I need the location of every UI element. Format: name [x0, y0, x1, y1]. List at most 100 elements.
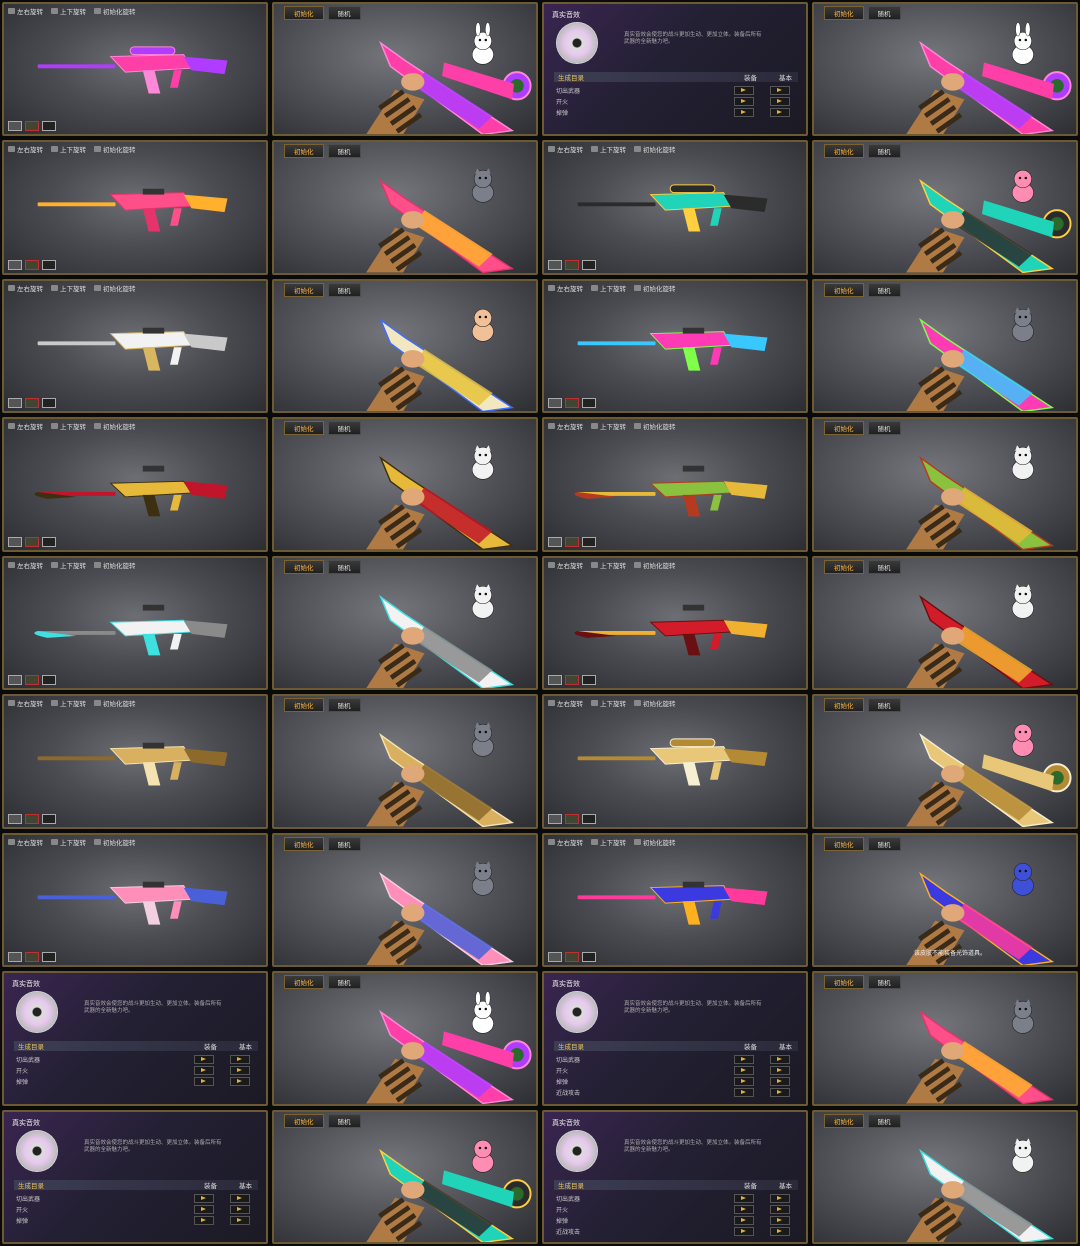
- rotate-ud-button[interactable]: 上下旋转: [51, 283, 86, 293]
- play-equip-button[interactable]: [734, 1077, 754, 1087]
- reset-rotation-button[interactable]: 初始化旋转: [634, 144, 676, 154]
- play-base-button[interactable]: [230, 1077, 250, 1087]
- bg-swatch-dark[interactable]: [42, 813, 56, 824]
- rotate-lr-button[interactable]: 左右旋转: [8, 6, 43, 16]
- random-button[interactable]: 随机: [867, 1113, 901, 1128]
- rotate-ud-button[interactable]: 上下旋转: [51, 144, 86, 154]
- play-equip-button[interactable]: [734, 108, 754, 117]
- play-equip-button[interactable]: [734, 1193, 754, 1203]
- bg-swatch-dark[interactable]: [582, 813, 596, 824]
- bg-swatch-dark[interactable]: [42, 121, 56, 132]
- play-equip-button[interactable]: [734, 1215, 754, 1225]
- weapon-model[interactable]: [4, 558, 266, 688]
- play-base-button[interactable]: [770, 86, 790, 95]
- weapon-model[interactable]: [814, 419, 1076, 550]
- bg-swatch-selected[interactable]: [565, 259, 579, 270]
- bg-swatch-selected[interactable]: [565, 675, 579, 686]
- bg-swatch-dark[interactable]: [582, 952, 596, 963]
- init-button[interactable]: 初始化: [824, 421, 864, 436]
- play-equip-button[interactable]: [734, 1204, 754, 1214]
- bg-swatch-gray[interactable]: [548, 536, 562, 547]
- random-button[interactable]: 随机: [867, 6, 901, 20]
- play-equip-button[interactable]: [194, 1055, 214, 1065]
- bg-swatch-gray[interactable]: [8, 398, 22, 409]
- weapon-model[interactable]: [4, 142, 266, 272]
- bg-swatch-gray[interactable]: [8, 121, 22, 132]
- bg-swatch-gray[interactable]: [8, 813, 22, 824]
- bg-swatch-gray[interactable]: [548, 259, 562, 270]
- rotate-lr-button[interactable]: 左右旋转: [548, 560, 583, 570]
- init-button[interactable]: 初始化: [824, 144, 864, 159]
- rotate-lr-button[interactable]: 左右旋转: [548, 837, 583, 847]
- init-button[interactable]: 初始化: [284, 1113, 324, 1128]
- bg-swatch-gray[interactable]: [548, 952, 562, 963]
- reset-rotation-button[interactable]: 初始化旋转: [94, 837, 136, 847]
- play-base-button[interactable]: [770, 1077, 790, 1087]
- bg-swatch-selected[interactable]: [25, 813, 39, 824]
- bg-swatch-selected[interactable]: [25, 121, 39, 132]
- weapon-model[interactable]: [544, 281, 806, 411]
- random-button[interactable]: 随机: [867, 282, 901, 297]
- weapon-model[interactable]: [274, 281, 536, 412]
- rotate-lr-button[interactable]: 左右旋转: [548, 144, 583, 154]
- rotate-ud-button[interactable]: 上下旋转: [51, 837, 86, 847]
- reset-rotation-button[interactable]: 初始化旋转: [634, 421, 676, 431]
- bg-swatch-dark[interactable]: [582, 536, 596, 547]
- bg-swatch-gray[interactable]: [8, 952, 22, 963]
- weapon-model[interactable]: [274, 558, 536, 689]
- weapon-model[interactable]: [4, 696, 266, 826]
- weapon-model[interactable]: [544, 558, 806, 688]
- weapon-model[interactable]: [814, 1112, 1076, 1242]
- play-base-button[interactable]: [770, 1193, 790, 1203]
- weapon-model[interactable]: [274, 1112, 536, 1242]
- rotate-lr-button[interactable]: 左右旋转: [8, 421, 43, 431]
- weapon-model[interactable]: [4, 835, 266, 965]
- play-base-button[interactable]: [770, 1088, 790, 1098]
- reset-rotation-button[interactable]: 初始化旋转: [634, 560, 676, 570]
- bg-swatch-gray[interactable]: [8, 675, 22, 686]
- bg-swatch-selected[interactable]: [25, 259, 39, 270]
- bg-swatch-gray[interactable]: [8, 536, 22, 547]
- bg-swatch-dark[interactable]: [42, 259, 56, 270]
- random-button[interactable]: 随机: [327, 421, 361, 436]
- init-button[interactable]: 初始化: [824, 975, 864, 990]
- weapon-model[interactable]: [814, 973, 1076, 1104]
- bg-swatch-gray[interactable]: [548, 398, 562, 409]
- bg-swatch-selected[interactable]: [25, 398, 39, 409]
- random-button[interactable]: 随机: [327, 698, 361, 713]
- random-button[interactable]: 随机: [327, 6, 361, 20]
- rotate-lr-button[interactable]: 左右旋转: [8, 560, 43, 570]
- weapon-model[interactable]: [814, 696, 1076, 827]
- init-button[interactable]: 初始化: [284, 421, 324, 436]
- random-button[interactable]: 随机: [327, 836, 361, 851]
- play-base-button[interactable]: [230, 1215, 250, 1225]
- rotate-ud-button[interactable]: 上下旋转: [51, 698, 86, 708]
- rotate-lr-button[interactable]: 左右旋转: [8, 698, 43, 708]
- play-base-button[interactable]: [230, 1193, 250, 1203]
- weapon-model[interactable]: [4, 281, 266, 411]
- play-equip-button[interactable]: [734, 1226, 754, 1236]
- reset-rotation-button[interactable]: 初始化旋转: [634, 283, 676, 293]
- rotate-ud-button[interactable]: 上下旋转: [51, 6, 86, 16]
- rotate-ud-button[interactable]: 上下旋转: [591, 698, 626, 708]
- bg-swatch-dark[interactable]: [582, 675, 596, 686]
- play-base-button[interactable]: [770, 1055, 790, 1065]
- weapon-model[interactable]: [544, 835, 806, 965]
- weapon-model[interactable]: [814, 835, 1076, 966]
- play-base-button[interactable]: [770, 108, 790, 117]
- init-button[interactable]: 初始化: [284, 836, 324, 851]
- weapon-model[interactable]: [814, 558, 1076, 689]
- play-base-button[interactable]: [770, 1204, 790, 1214]
- weapon-model[interactable]: [544, 419, 806, 549]
- init-button[interactable]: 初始化: [284, 975, 324, 990]
- rotate-lr-button[interactable]: 左右旋转: [8, 144, 43, 154]
- play-equip-button[interactable]: [194, 1215, 214, 1225]
- weapon-model[interactable]: [814, 281, 1076, 412]
- weapon-model[interactable]: [274, 419, 536, 550]
- random-button[interactable]: 随机: [867, 421, 901, 436]
- play-equip-button[interactable]: [194, 1193, 214, 1203]
- init-button[interactable]: 初始化: [284, 698, 324, 713]
- weapon-model[interactable]: [814, 4, 1076, 135]
- init-button[interactable]: 初始化: [824, 698, 864, 713]
- play-equip-button[interactable]: [194, 1066, 214, 1076]
